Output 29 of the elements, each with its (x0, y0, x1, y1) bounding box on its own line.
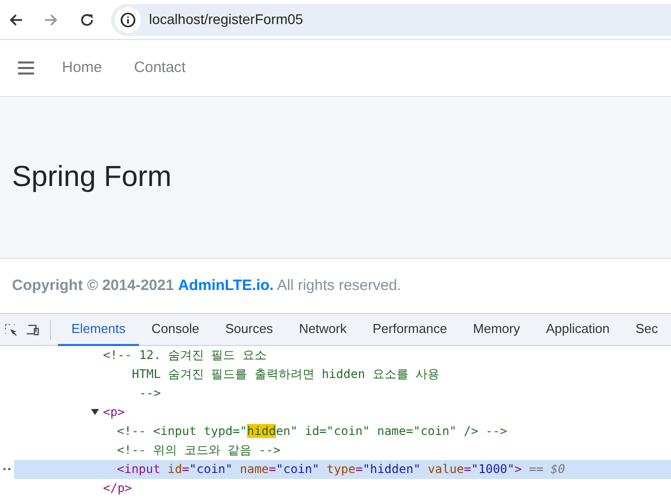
copyright-text: Copyright © 2014-2021 AdminLTE.io. All rights reserved. (11, 276, 402, 296)
devtools-tab[interactable]: Memory (460, 314, 533, 346)
more-icon[interactable]: •• (2, 460, 12, 479)
code-tag[interactable]: <p> (0, 403, 671, 422)
devtools-tab[interactable]: Performance (360, 314, 460, 346)
devtools-tab[interactable]: Network (286, 314, 360, 346)
code-comment: <!-- <input typd="hidden" id="coin" name="coin" /> --> (116, 423, 508, 440)
nav-link[interactable]: Contact (118, 56, 202, 80)
code-comment: <!-- 12. 숨겨진 필드 요소 (102, 347, 268, 364)
devtools-tab[interactable]: Application (533, 314, 623, 346)
reload-icon[interactable] (79, 12, 95, 28)
page-title: Spring Form (11, 160, 172, 195)
code-tag[interactable]: </p> (0, 479, 671, 498)
expanded-triangle-icon[interactable] (91, 408, 99, 416)
devtools-tab[interactable]: Elements (58, 314, 139, 346)
menu-icon[interactable] (18, 61, 34, 75)
code-comment: HTML 숨겨진 필드를 출력하려면 hidden 요소를 사용 (130, 366, 440, 383)
devtools-tab[interactable]: Sources (212, 314, 286, 346)
forward-icon[interactable] (43, 12, 59, 28)
devtools-tab[interactable]: Sec (622, 314, 671, 346)
code-comment: --> (138, 385, 162, 402)
url-text: localhost/registerForm05 (149, 10, 304, 29)
code-comment: <!-- 위의 코드와 같음 --> (116, 442, 282, 459)
devtools-tab[interactable]: Console (138, 314, 212, 346)
brand-link[interactable]: AdminLTE.io. (178, 276, 274, 294)
nav-link[interactable]: Home (46, 56, 118, 80)
address-bar[interactable]: localhost/registerForm05 (111, 4, 671, 36)
back-icon[interactable] (8, 12, 24, 28)
info-icon[interactable] (120, 12, 136, 28)
